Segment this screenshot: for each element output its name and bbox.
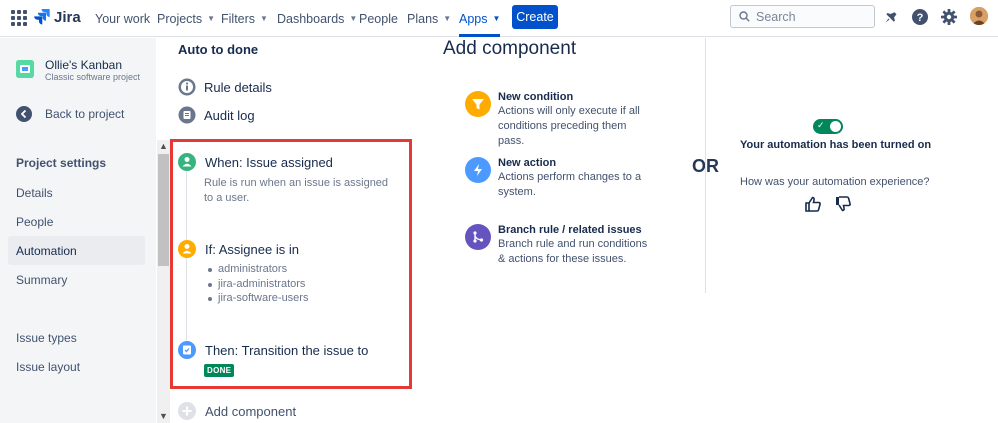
settings-gear-icon[interactable] [940,8,958,26]
chevron-down-icon: ▼ [492,14,501,23]
audit-log-icon [178,106,196,124]
back-label: Back to project [45,107,125,121]
new-action-option[interactable]: New action Actions perform changes to a … [465,157,648,200]
nav-people[interactable]: People [359,0,398,37]
lightning-icon [465,157,491,183]
nav-filters[interactable]: Filters ▼ [221,0,268,37]
sidebar-item-summary[interactable]: Summary [8,265,145,294]
chevron-down-icon: ▼ [443,14,452,23]
audit-log-label: Audit log [204,107,255,123]
branch-icon [465,224,491,250]
sidebar-item-label: People [16,214,54,229]
nav-label: Projects [157,11,203,26]
avatar-photo-icon [970,7,988,25]
nav-label: People [359,11,398,26]
add-component-link[interactable]: Add component [178,402,296,420]
sidebar-item-label: Summary [16,272,68,287]
scroll-down-arrow-icon[interactable]: ▼ [157,410,170,423]
sidebar-scrollbar[interactable]: ▲ ▼ [157,140,170,423]
project-name: Ollie's Kanban [45,58,123,72]
sidebar-item-label: Issue layout [16,359,81,374]
project-avatar [16,60,34,78]
rule-details-link[interactable]: Rule details [178,78,272,96]
info-icon [178,78,196,96]
top-navigation: Jira Your work Projects ▼ Filters ▼ Dashbo… [0,0,998,37]
help-icon[interactable]: ? [911,8,929,26]
app-switcher-icon[interactable] [11,10,27,26]
option-description: Branch rule and run conditions & actions… [498,238,648,265]
option-title: Branch rule / related issues [498,224,642,236]
back-to-project-link[interactable]: Back to project [16,106,124,122]
scroll-thumb[interactable] [158,154,169,266]
plus-icon [178,402,196,420]
jira-logo[interactable]: Jira [34,8,81,26]
search-placeholder: Search [756,9,796,24]
sidebar-item-details[interactable]: Details [8,178,145,207]
branch-rule-option[interactable]: Branch rule / related issues Branch rule… [465,224,648,267]
audit-log-link[interactable]: Audit log [178,106,255,124]
project-avatar-icon [16,60,34,78]
option-description: Actions perform changes to a system. [498,171,642,198]
automation-toggle[interactable]: ✓ [813,119,843,134]
highlight-box [170,139,412,389]
chevron-down-icon: ▼ [349,14,358,23]
sidebar-item-label: Issue types [16,330,77,345]
create-button[interactable]: Create [512,5,558,29]
nav-projects[interactable]: Projects ▼ [157,0,215,37]
nav-label: Apps [459,11,488,26]
option-title: New action [498,157,557,169]
sidebar-item-label: Details [16,185,53,200]
svg-text:?: ? [917,12,924,24]
toggle-knob [830,121,841,132]
chevron-down-icon: ▼ [260,14,268,23]
jira-logo-icon [34,9,50,25]
sidebar-item-issue-layout[interactable]: Issue layout [8,352,145,381]
back-arrow-icon [16,106,32,122]
option-description: Actions will only execute if all conditi… [498,105,640,147]
sidebar-item-issue-types[interactable]: Issue types [8,323,145,352]
nav-label: Dashboards [277,11,345,26]
experience-question: How was your automation experience? [740,176,930,188]
filter-icon [465,91,491,117]
user-avatar[interactable] [970,7,988,25]
check-icon: ✓ [817,120,825,130]
nav-apps[interactable]: Apps ▼ [459,0,501,37]
add-component-title: Add component [443,38,577,59]
nav-plans[interactable]: Plans ▼ [407,0,451,37]
rule-details-label: Rule details [204,79,272,95]
nav-label: Your work [95,11,151,26]
search-icon [739,11,750,22]
nav-dashboards[interactable]: Dashboards ▼ [277,0,357,37]
chevron-down-icon: ▼ [207,14,216,23]
rule-title: Auto to done [178,42,259,57]
nav-your-work[interactable]: Your work [95,0,150,37]
option-title: New condition [498,91,574,103]
thumbs-up-icon[interactable] [804,195,822,213]
logo-text: Jira [54,8,81,26]
project-type: Classic software project [45,72,141,82]
project-sidebar: Ollie's Kanban Classic software project … [0,38,156,423]
scroll-up-arrow-icon[interactable]: ▲ [157,140,170,153]
sidebar-item-people[interactable]: People [8,207,145,236]
new-condition-option[interactable]: New condition Actions will only execute … [465,91,648,149]
sidebar-item-label: Automation [16,243,77,258]
notifications-icon[interactable] [882,8,900,26]
thumbs-down-icon[interactable] [834,195,852,213]
add-component-label: Add component [205,403,297,419]
nav-label: Plans [407,11,439,26]
project-settings-heading: Project settings [16,156,107,170]
divider [705,38,706,293]
sidebar-item-automation[interactable]: Automation [8,236,145,265]
automation-status-text: Your automation has been turned on [740,139,932,151]
search-input[interactable]: Search [730,5,875,28]
nav-label: Filters [221,11,256,26]
